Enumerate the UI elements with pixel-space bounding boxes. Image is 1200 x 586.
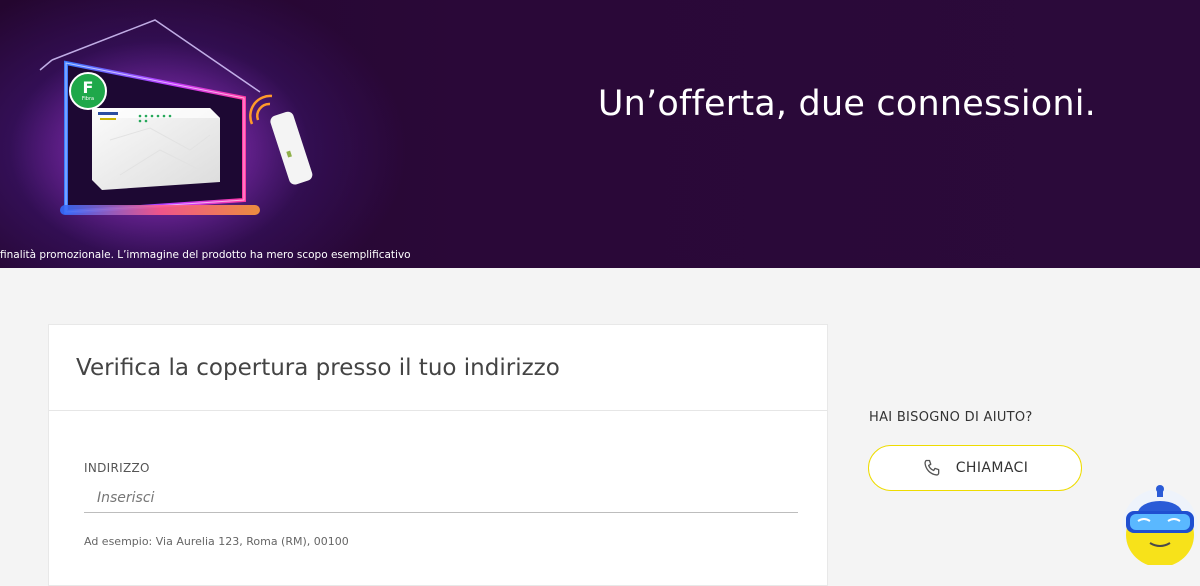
badge-subtext: Fibra [81,95,95,102]
call-us-button[interactable]: CHIAMACI [868,445,1082,491]
address-hint: Ad esempio: Via Aurelia 123, Roma (RM), … [84,535,349,548]
coverage-check-card: Verifica la copertura presso il tuo indi… [48,324,828,586]
chatbot-assistant-icon[interactable] [1120,483,1200,567]
badge-letter: F [82,77,94,97]
address-input[interactable] [84,483,798,513]
hero-disclaimer: finalità promozionale. L’immagine del pr… [0,249,411,261]
coverage-title: Verifica la copertura presso il tuo indi… [76,354,560,381]
call-us-label: CHIAMACI [955,460,1029,476]
hero-banner: F Fibra Un’offerta, due connessioni. fin… [0,0,1200,268]
product-illustration [10,19,313,260]
address-label: INDIRIZZO [84,461,150,475]
card-header: Verifica la copertura presso il tuo indi… [49,325,827,411]
fibra-badge-icon: F Fibra [69,72,107,110]
chatbot-mascot-graphic [1122,485,1198,567]
phone-icon [924,459,940,476]
help-title: HAI BISOGNO DI AIUTO? [869,410,1033,425]
hero-headline: Un’offerta, due connessioni. [597,84,1096,124]
